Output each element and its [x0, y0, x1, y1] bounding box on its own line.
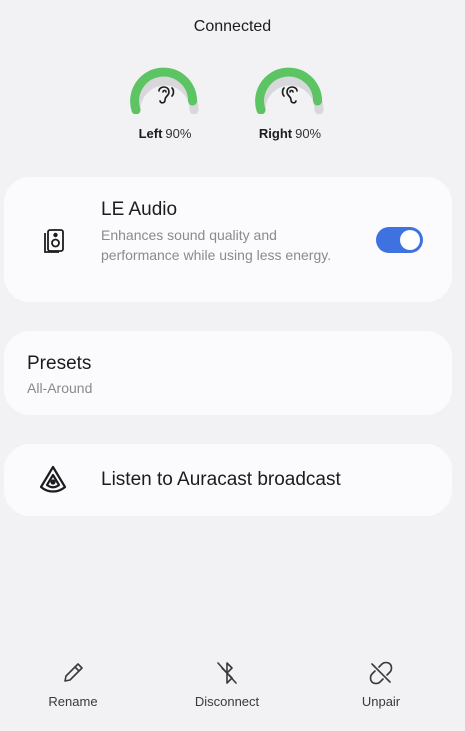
disconnect-label: Disconnect [194, 694, 260, 709]
toggle-knob [400, 230, 420, 250]
presets-card[interactable]: Presets All-Around [4, 331, 452, 415]
pencil-icon [64, 663, 83, 682]
auracast-label: Listen to Auracast broadcast [101, 469, 341, 490]
left-battery-label: Left [138, 126, 163, 141]
right-battery-gauge [255, 67, 324, 114]
left-battery-percent: 90% [165, 126, 192, 141]
le-audio-description: Enhances sound quality and performance w… [101, 227, 332, 263]
ear-icon [281, 86, 298, 104]
presets-value: All-Around [27, 380, 93, 396]
speaker-icon [44, 229, 64, 253]
ear-icon [158, 86, 175, 104]
left-earbud-battery: Left 90% [120, 66, 210, 141]
le-audio-card[interactable]: LE Audio Enhances sound quality and perf… [4, 177, 452, 302]
right-battery-percent: 90% [295, 126, 322, 141]
unpair-label: Unpair [361, 694, 401, 709]
rename-button[interactable]: Rename [18, 660, 128, 709]
auracast-card[interactable]: Listen to Auracast broadcast [4, 444, 452, 516]
right-earbud-battery: Right 90% [245, 66, 335, 141]
connection-status: Connected [193, 18, 272, 35]
right-battery-label: Right [258, 126, 293, 141]
bluetooth-off-icon [217, 662, 237, 684]
unlink-icon [369, 661, 393, 685]
unpair-button[interactable]: Unpair [326, 660, 436, 709]
le-audio-title: LE Audio [101, 199, 178, 220]
left-battery-gauge [130, 67, 199, 114]
rename-label: Rename [48, 694, 98, 709]
presets-title: Presets [27, 353, 92, 374]
auracast-icon [39, 465, 67, 493]
disconnect-button[interactable]: Disconnect [172, 660, 282, 709]
le-audio-toggle[interactable] [376, 227, 423, 253]
